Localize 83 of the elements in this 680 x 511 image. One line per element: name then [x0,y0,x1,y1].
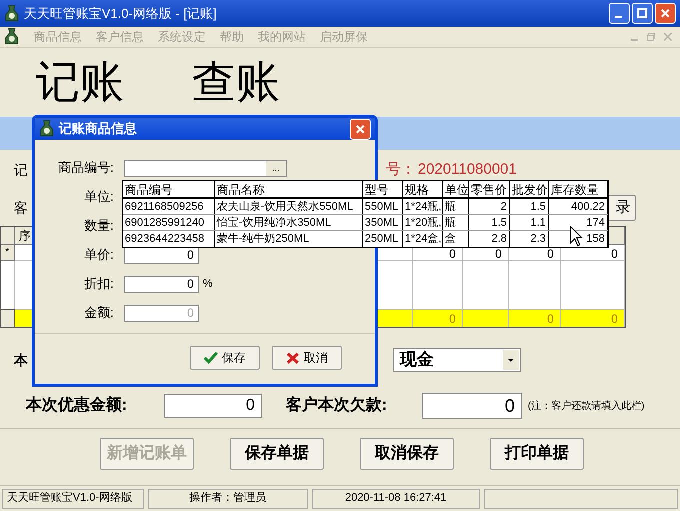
mode-tab[interactable]: 记账 [36,60,124,104]
total-cell: 0 [561,309,625,327]
field-label: 折扣: [83,275,115,294]
table-cell: 蒙牛-纯牛奶250ML [215,231,363,247]
table-cell: 2.8 [469,231,510,247]
column-header: 批发价 [510,181,549,197]
table-cell: 农夫山泉-饮用天然水550ML [215,199,363,214]
order-number-label: 号： [386,160,416,180]
save-button[interactable]: 保存 [190,346,260,370]
cancel-button[interactable]: 取消 [272,346,342,370]
debt-label: 客户本次欠款: [286,395,388,416]
table-cell: 6921168509256 [123,199,215,214]
action-button[interactable]: 保存单据 [230,438,324,470]
product-row[interactable]: 6921168509256 农夫山泉-饮用天然水550ML 550ML 1*24瓶, 瓶 2 1.5 400.22 [123,199,608,215]
discount-label: 本次优惠金额: [26,395,128,416]
close-button[interactable] [655,3,676,24]
total-cell: 0 [413,309,463,327]
table-cell: 6923644223458 [123,231,215,247]
table-cell: 瓶 [443,199,469,214]
debt-field[interactable]: 0 [422,393,522,419]
close-icon [660,8,671,19]
payment-dropdown[interactable]: 现金 [393,348,521,372]
table-cell: 1.5 [510,199,549,214]
close-button[interactable] [350,118,371,140]
table-cell: 550ML [363,199,403,214]
total-cell: 0 [509,309,561,327]
check-icon [204,352,218,364]
form-label: 记 [14,160,28,180]
table-cell: 1*24瓶, [403,199,443,214]
percent-sign: % [203,276,213,292]
table-cell: 6901285991240 [123,215,215,230]
app-icon [39,120,55,138]
field-label: 单位: [83,188,115,206]
table-cell: 1*24盒, [403,231,443,247]
action-button[interactable]: 取消保存 [360,438,454,470]
window-title: 天天旺管账宝V1.0-网络版 - [记账] [24,4,217,23]
column-header: 零售价 [469,181,510,197]
column-header: 商品名称 [215,181,363,197]
column-header: 型号 [363,181,403,197]
column-header: 规格 [403,181,443,197]
document-icon [4,28,20,46]
maximize-icon [637,8,648,19]
form-label: 本 [14,350,28,370]
table-cell: 400.22 [549,199,608,214]
status-panel: 天天旺管账宝V1.0-网络版 [2,488,144,508]
column-header: 库存数量 [549,181,608,197]
discount-field[interactable]: 0 [164,394,262,418]
table-cell: 2 [469,199,510,214]
app-icon [4,4,20,22]
row-marker: * [1,245,15,261]
field-label: 商品编号: [57,159,115,178]
number-field[interactable]: 0 [124,276,199,292]
column-header: 商品编号 [123,181,215,197]
form-label: 客 [14,198,28,218]
field-label: 单价: [83,246,115,264]
product-code-field[interactable]: ... [124,160,287,176]
order-number: 202011080001 [418,160,517,180]
product-row[interactable]: 6901285991240 怡宝-饮用纯净水350ML 350ML 1*20瓶, 瓶 1.5 1.1 174 [123,215,608,231]
table-cell: 1*20瓶, [403,215,443,230]
action-button[interactable]: 打印单据 [490,438,584,470]
table-cell: 2.3 [510,231,549,247]
lookup-button[interactable]: ... [266,160,286,176]
total-cell [463,309,509,327]
table-cell: 350ML [363,215,403,230]
table-cell: 瓶 [443,215,469,230]
status-panel: 2020-11-08 16:27:41 [312,488,480,508]
minimize-icon [615,16,622,18]
status-panel: 操作者：管理员 [148,488,308,508]
close-icon [355,124,366,134]
table-cell: 1.1 [510,215,549,230]
debt-note: (注：客户还款请填入此栏) [528,400,645,414]
field-label: 数量: [83,217,115,236]
field-label: 金额: [83,304,115,322]
table-cell: 盒 [443,231,469,247]
table-cell: 怡宝-饮用纯净水350ML [215,215,363,230]
cross-icon [286,352,300,364]
maximize-button[interactable] [632,3,653,24]
table-cell: 1.5 [469,215,510,230]
minimize-button[interactable] [609,3,630,24]
table-cell: 250ML [363,231,403,247]
dialog-title: 记账商品信息 [59,120,137,138]
mode-tab[interactable]: 查账 [192,60,280,104]
column-header: 单位 [443,181,469,197]
